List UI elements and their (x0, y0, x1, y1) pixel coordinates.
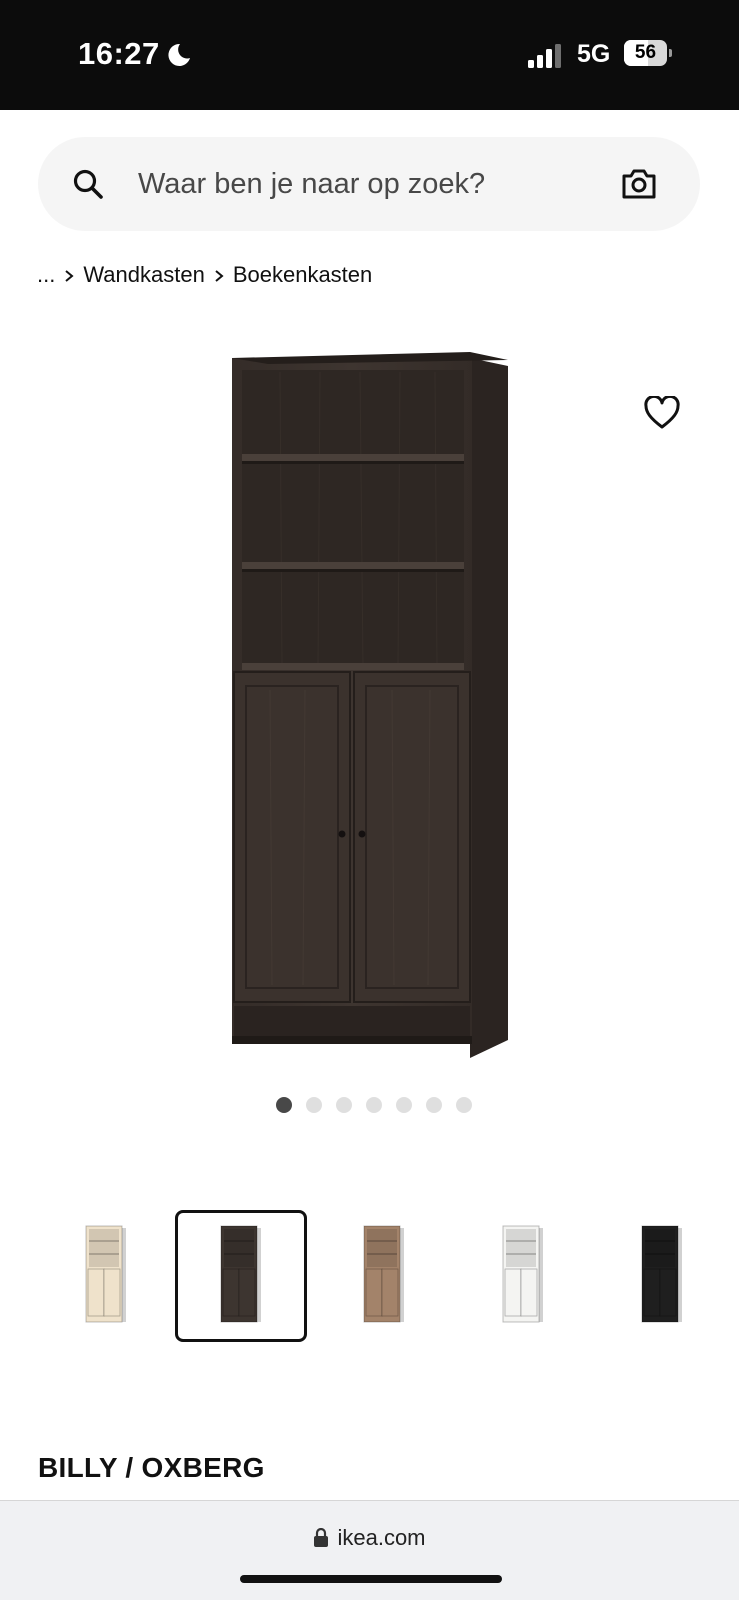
gallery-dot[interactable] (305, 1097, 322, 1113)
variant-thumbnail[interactable] (40, 1210, 172, 1342)
status-bar: 16:27 5G 56 (0, 0, 739, 110)
breadcrumb-item-wandkasten[interactable]: Wandkasten (83, 262, 204, 288)
lock-icon (314, 1528, 329, 1547)
variant-image (641, 1225, 682, 1323)
variant-thumbnail[interactable] (175, 1210, 307, 1342)
variant-image (363, 1225, 404, 1323)
home-indicator[interactable] (240, 1575, 502, 1583)
variant-image (220, 1225, 261, 1323)
moon-icon (168, 43, 190, 66)
browser-address-bar[interactable]: ikea.com (0, 1500, 739, 1600)
chevron-right-icon (205, 262, 233, 288)
variant-thumbnail[interactable] (318, 1210, 450, 1342)
status-time: 16:27 (78, 36, 160, 71)
gallery-dot[interactable] (275, 1097, 292, 1113)
search-icon[interactable] (72, 168, 104, 200)
search-bar[interactable] (38, 137, 700, 231)
gallery-dot[interactable] (455, 1097, 472, 1113)
breadcrumb-ellipsis[interactable]: ... (37, 262, 55, 288)
gallery-dot[interactable] (335, 1097, 352, 1113)
gallery-pagination (0, 1097, 739, 1117)
gallery-dot[interactable] (425, 1097, 442, 1113)
breadcrumb-item-boekenkasten[interactable]: Boekenkasten (233, 262, 372, 288)
variant-thumbnail[interactable] (596, 1210, 728, 1342)
signal-icon (528, 44, 561, 68)
variant-thumbnail[interactable] (457, 1210, 589, 1342)
battery-level: 56 (634, 42, 657, 63)
battery-icon: 56 (624, 40, 672, 66)
gallery-dot[interactable] (395, 1097, 412, 1113)
chevron-right-icon (55, 262, 83, 288)
network-type: 5G (577, 40, 611, 68)
product-title: BILLY / OXBERG (38, 1452, 265, 1483)
search-input[interactable] (138, 159, 578, 209)
product-image[interactable] (220, 330, 520, 1060)
url-text[interactable]: ikea.com (337, 1525, 425, 1551)
variant-list (40, 1210, 720, 1342)
variant-image (502, 1225, 543, 1323)
variant-image (85, 1225, 126, 1323)
breadcrumb: ... Wandkasten Boekenkasten (37, 258, 372, 292)
gallery-dot[interactable] (365, 1097, 382, 1113)
heart-outline-icon[interactable] (644, 396, 680, 430)
product-gallery[interactable] (0, 330, 739, 1070)
camera-icon[interactable] (620, 165, 658, 203)
